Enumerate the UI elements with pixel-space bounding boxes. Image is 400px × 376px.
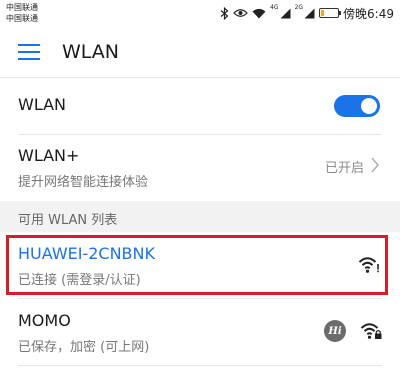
network-item-momo[interactable]: MOMO 已保存，加密 (可上网) Hi [0, 299, 400, 365]
hi-badge-icon: Hi [324, 320, 346, 342]
wifi-locked-icon [360, 323, 382, 339]
divider [18, 365, 382, 366]
wlan-plus-row[interactable]: WLAN+ 提升网络智能连接体验 已开启 [0, 135, 400, 201]
wlan-plus-status: 已开启 [324, 161, 364, 176]
section-label: 可用 WLAN 列表 [18, 213, 118, 228]
clock: 傍晚6:49 [343, 6, 394, 21]
network-type-label-1: 4G [270, 4, 279, 11]
wlan-plus-subtitle: 提升网络智能连接体验 [18, 175, 149, 190]
highlight-box [6, 235, 388, 295]
signal-icon [280, 8, 291, 19]
toggle-knob [361, 98, 377, 114]
wifi-icon [252, 8, 266, 19]
network-status: 已保存，加密 (可上网) [18, 340, 150, 355]
hamburger-menu-icon[interactable] [18, 44, 40, 62]
chevron-right-icon [371, 157, 380, 173]
wlan-plus-label: WLAN+ [18, 146, 80, 165]
system-icons: 4G 2G 傍晚6:49 [220, 4, 394, 22]
carrier-label-1: 中国联通 [6, 3, 38, 12]
available-networks-header: 可用 WLAN 列表 [0, 201, 400, 232]
network-type-label-2: 2G [294, 4, 304, 11]
eye-icon [233, 8, 248, 18]
status-bar: 中国联通 中国联通 4G 2G 傍晚6:49 [0, 0, 400, 28]
wlan-label: WLAN [18, 95, 67, 114]
carrier-label-2: 中国联通 [6, 14, 38, 23]
battery-level [321, 10, 325, 16]
signal-icon [304, 8, 315, 19]
network-name: MOMO [18, 311, 71, 330]
page-title: WLAN [62, 41, 120, 63]
wlan-toggle-switch[interactable] [334, 95, 380, 117]
bluetooth-icon [220, 6, 229, 20]
app-bar: WLAN [0, 28, 400, 78]
wlan-toggle-row[interactable]: WLAN [0, 78, 400, 134]
battery-icon [319, 8, 342, 18]
